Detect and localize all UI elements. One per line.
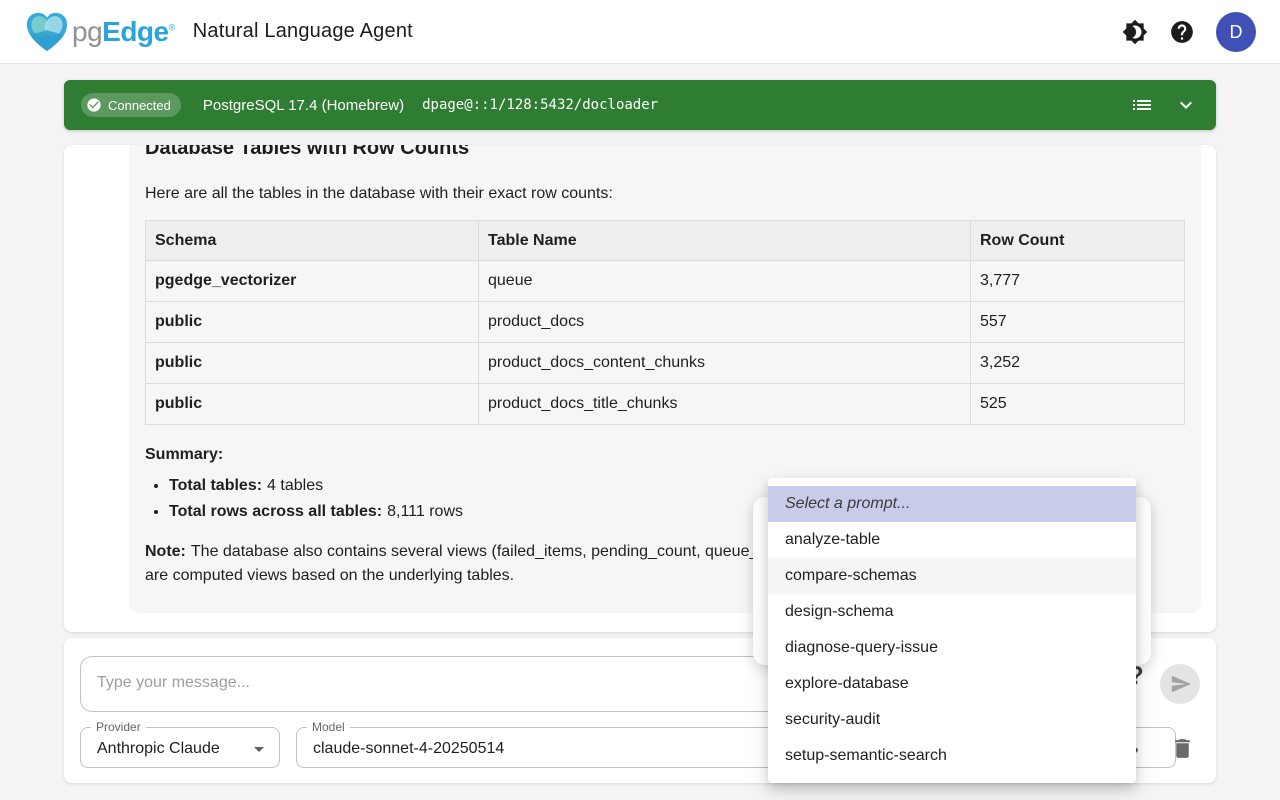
pgedge-logo: pgEdge® bbox=[24, 11, 175, 53]
table-row: public product_docs_content_chunks 3,252 bbox=[146, 343, 1185, 384]
menu-item-analyze-table[interactable]: analyze-table bbox=[768, 522, 1136, 558]
column-header-row-count: Row Count bbox=[971, 221, 1185, 261]
connected-status-badge: Connected bbox=[81, 93, 181, 117]
prompt-select-menu: Select a prompt... analyze-table compare… bbox=[768, 478, 1136, 783]
page-title: Natural Language Agent bbox=[193, 20, 413, 43]
menu-item-design-schema[interactable]: design-schema bbox=[768, 594, 1136, 630]
message-intro: Here are all the tables in the database … bbox=[145, 185, 1185, 203]
menu-item-diagnose-query-issue[interactable]: diagnose-query-issue bbox=[768, 630, 1136, 666]
menu-item-explore-database[interactable]: explore-database bbox=[768, 666, 1136, 702]
row-counts-table: Schema Table Name Row Count pgedge_vecto… bbox=[145, 220, 1185, 425]
provider-select[interactable]: Provider Anthropic Claude bbox=[80, 727, 280, 768]
app-header: pgEdge® Natural Language Agent D bbox=[0, 0, 1280, 64]
connection-bar: Connected PostgreSQL 17.4 (Homebrew) dpa… bbox=[64, 80, 1216, 130]
dropdown-caret-icon bbox=[247, 737, 271, 766]
menu-item-placeholder[interactable]: Select a prompt... bbox=[768, 486, 1136, 522]
send-icon bbox=[1170, 673, 1192, 695]
clear-chat-trash-icon[interactable] bbox=[1170, 736, 1195, 766]
summary-heading: Summary: bbox=[145, 446, 1185, 464]
menu-item-compare-schemas[interactable]: compare-schemas bbox=[768, 558, 1136, 594]
column-header-schema: Schema bbox=[146, 221, 479, 261]
provider-value: Anthropic Claude bbox=[97, 728, 220, 769]
user-avatar[interactable]: D bbox=[1216, 12, 1256, 52]
message-heading: Database Tables with Row Counts bbox=[145, 145, 1185, 160]
table-header-row: Schema Table Name Row Count bbox=[146, 221, 1185, 261]
menu-item-setup-semantic-search[interactable]: setup-semantic-search bbox=[768, 738, 1136, 774]
chevron-down-icon[interactable] bbox=[1174, 93, 1198, 117]
column-header-table-name: Table Name bbox=[479, 221, 971, 261]
connection-list-icon[interactable] bbox=[1130, 93, 1154, 117]
connected-status-label: Connected bbox=[108, 98, 171, 113]
table-row: public product_docs 557 bbox=[146, 302, 1185, 343]
table-row: public product_docs_title_chunks 525 bbox=[146, 384, 1185, 425]
menu-item-security-audit[interactable]: security-audit bbox=[768, 702, 1136, 738]
pgedge-wordmark: pgEdge® bbox=[72, 16, 175, 48]
check-circle-icon bbox=[86, 97, 102, 113]
dark-mode-toggle-icon[interactable] bbox=[1122, 19, 1148, 45]
model-value: claude-sonnet-4-20250514 bbox=[313, 728, 504, 769]
table-row: pgedge_vectorizer queue 3,777 bbox=[146, 261, 1185, 302]
help-icon[interactable] bbox=[1169, 19, 1195, 45]
server-version-label: PostgreSQL 17.4 (Homebrew) bbox=[203, 97, 404, 114]
connection-string: dpage@::1/128:5432/docloader bbox=[422, 97, 658, 113]
send-button[interactable] bbox=[1160, 664, 1200, 704]
pgedge-heart-icon bbox=[24, 11, 70, 53]
